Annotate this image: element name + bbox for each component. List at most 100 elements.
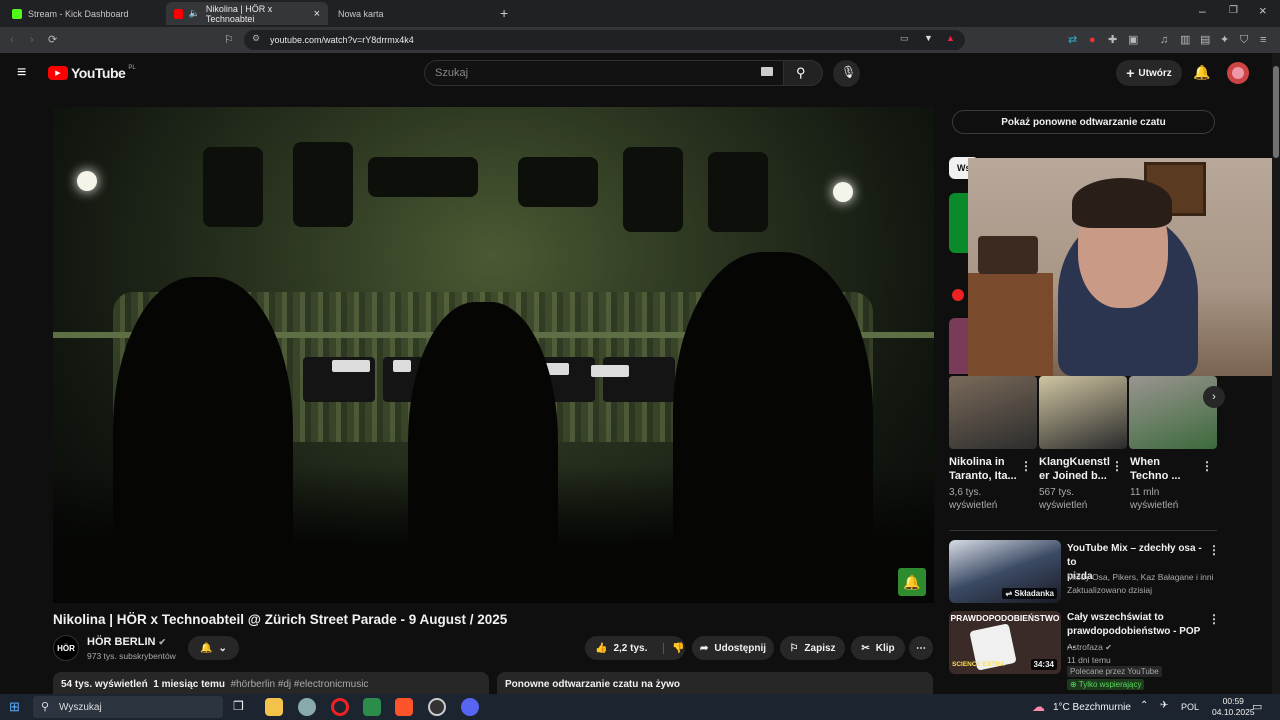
- promo-badge: Polecane przez YouTube: [1067, 666, 1162, 677]
- reload-icon[interactable]: ⟳: [48, 33, 57, 47]
- shorts-next-arrow-icon[interactable]: ›: [1203, 386, 1225, 408]
- channel-name[interactable]: HÖR BERLIN ✔: [87, 636, 166, 648]
- short-thumbnail[interactable]: [949, 376, 1037, 449]
- subscribe-bell-button[interactable]: 🔔 ⌄: [188, 636, 239, 660]
- opera-icon[interactable]: [331, 698, 349, 716]
- cast-icon[interactable]: ▭: [900, 33, 909, 44]
- address-bar[interactable]: ⚙ youtube.com/watch?v=rY8drrmx4k4 ▭ ▼ ▲: [244, 30, 965, 50]
- speaker-icon: 🔈: [188, 8, 200, 18]
- create-button[interactable]: + Utwórz: [1116, 60, 1182, 86]
- new-tab-icon[interactable]: +: [500, 5, 508, 21]
- channel-avatar[interactable]: HÖR: [53, 635, 79, 661]
- file-explorer-icon[interactable]: [265, 698, 283, 716]
- back-icon[interactable]: ‹: [10, 33, 14, 47]
- obs-icon[interactable]: [428, 698, 446, 716]
- brave-icon[interactable]: [395, 698, 413, 716]
- overlay-bell-icon: 🔔: [898, 568, 926, 596]
- bookmark-icon[interactable]: ⚐: [224, 33, 234, 47]
- minimize-icon[interactable]: –: [1199, 4, 1206, 18]
- discord-icon[interactable]: [461, 698, 479, 716]
- video-title: Nikolina | HÖR x Technoabteil @ Zürich S…: [53, 612, 508, 627]
- rec-menu-icon[interactable]: ⋮: [1208, 612, 1220, 626]
- scrollbar-thumb[interactable]: [1273, 66, 1279, 158]
- short-title[interactable]: Nikolina in Taranto, Ita...: [949, 455, 1017, 483]
- show-chat-replay-button[interactable]: Pokaż ponowne odtwarzanie czatu: [952, 110, 1215, 134]
- rewards-icon[interactable]: ▲: [946, 33, 955, 43]
- short-menu-icon[interactable]: ⋮: [1111, 459, 1123, 473]
- more-actions-button[interactable]: ⋯: [909, 636, 933, 660]
- hamburger-menu-icon[interactable]: ≡: [17, 64, 26, 82]
- notification-center-icon[interactable]: ▭: [1252, 700, 1262, 713]
- rec-thumbnail[interactable]: PRAWDOPODOBIEŃSTWO SCIENCE EXTRA 34:34: [949, 611, 1061, 674]
- search-placeholder: Szukaj: [435, 67, 469, 79]
- keyboard-icon[interactable]: [761, 67, 773, 76]
- sidebar-icon[interactable]: ▥: [1180, 33, 1190, 47]
- media-icon[interactable]: ♫: [1160, 33, 1168, 47]
- brave-shield-icon[interactable]: ▼: [924, 33, 933, 43]
- menu-icon[interactable]: ≡: [1260, 33, 1266, 47]
- tab-label: Nikolina | HÖR x Technoabtei: [205, 3, 273, 24]
- person-hair: [1072, 178, 1172, 228]
- forward-icon[interactable]: ›: [30, 33, 34, 47]
- dislike-icon[interactable]: 👎: [663, 642, 685, 654]
- video-player[interactable]: 🔔: [53, 107, 934, 603]
- windows-start-icon[interactable]: ⊞: [9, 699, 20, 715]
- short-thumbnail[interactable]: [1039, 376, 1127, 449]
- restore-icon[interactable]: ❐: [1229, 5, 1238, 16]
- hashtags[interactable]: #hörberlin #dj #electronicmusic: [231, 679, 369, 690]
- tab-youtube[interactable]: 🔈 Nikolina | HÖR x Technoabtei ×: [166, 2, 328, 25]
- like-icon[interactable]: 👍: [595, 643, 607, 654]
- partial-thumbnail[interactable]: [949, 318, 969, 374]
- cdj-screen: [332, 360, 370, 372]
- short-title[interactable]: KlangKuenstl er Joined b...: [1039, 455, 1110, 483]
- save-button[interactable]: ⚐ Zapisz: [780, 636, 845, 660]
- clock[interactable]: 00:59 04.10.2025: [1212, 696, 1255, 718]
- short-thumbnail[interactable]: [1129, 376, 1217, 449]
- site-info-icon[interactable]: ⚙: [252, 33, 260, 44]
- short-views: 567 tys. wyświetleń: [1039, 487, 1088, 511]
- voice-search-button[interactable]: 🎙: [833, 60, 860, 87]
- search-input[interactable]: Szukaj: [424, 60, 786, 86]
- subscriber-count: 973 tys. subskrybentów: [87, 651, 176, 661]
- short-views: 3,6 tys. wyświetleń: [949, 487, 998, 511]
- close-window-icon[interactable]: ×: [1259, 3, 1267, 18]
- short-menu-icon[interactable]: ⋮: [1020, 459, 1032, 473]
- app-icon[interactable]: [363, 698, 381, 716]
- search-button[interactable]: ⚲: [783, 60, 823, 86]
- tab-kick-dashboard[interactable]: Stream - Kick Dashboard: [4, 2, 164, 25]
- screenshot-icon[interactable]: ▣: [1128, 33, 1138, 47]
- extensions-icon[interactable]: ✚: [1108, 33, 1117, 47]
- rec-menu-icon[interactable]: ⋮: [1208, 543, 1220, 557]
- notifications-bell-icon[interactable]: 🔔: [1193, 64, 1210, 81]
- rec-thumbnail[interactable]: ⇌ Składanka: [949, 540, 1061, 603]
- youtube-logo[interactable]: ▶ YouTube PL: [48, 65, 136, 81]
- tray-chevron-icon[interactable]: ⌃: [1140, 700, 1148, 711]
- dj-deck: [603, 357, 675, 402]
- short-title[interactable]: When Techno ...: [1130, 455, 1181, 483]
- rec-channel[interactable]: Astrofaza ✔: [1067, 641, 1112, 654]
- tab-label: Stream - Kick Dashboard: [28, 8, 129, 19]
- taskbar: ⊞ ⚲ Wyszukaj ❒ ☁ 1°C Bezchmurnie ⌃ ✈ POL…: [0, 694, 1280, 720]
- extension-record-icon[interactable]: ●: [1089, 33, 1096, 47]
- partial-thumbnail[interactable]: [949, 193, 969, 253]
- vpn-icon[interactable]: ⛉: [1240, 33, 1248, 47]
- speaker-stack: [518, 157, 598, 207]
- clip-button[interactable]: ✂ Klip: [851, 636, 905, 660]
- task-view-icon[interactable]: ❒: [233, 699, 244, 713]
- short-menu-icon[interactable]: ⋮: [1201, 459, 1213, 473]
- language-indicator[interactable]: POL: [1181, 702, 1199, 712]
- extension-translate-icon[interactable]: ⇄: [1068, 33, 1077, 47]
- wallet-icon[interactable]: ▤: [1200, 33, 1210, 47]
- network-icon[interactable]: ✈: [1160, 700, 1168, 711]
- app-icon[interactable]: [298, 698, 316, 716]
- avatar[interactable]: [1227, 62, 1249, 84]
- leo-ai-icon[interactable]: ✦: [1220, 33, 1229, 47]
- weather-text[interactable]: 1°C Bezchmurnie: [1053, 702, 1131, 713]
- save-label: Zapisz: [804, 642, 836, 654]
- tab-close-icon[interactable]: ×: [314, 8, 320, 20]
- taskbar-search[interactable]: ⚲ Wyszukaj: [33, 696, 223, 718]
- clock-time: 00:59: [1222, 696, 1244, 706]
- share-button[interactable]: ➦ Udostępnij: [692, 636, 774, 660]
- like-count[interactable]: 2,2 tys.: [613, 643, 647, 654]
- tab-new[interactable]: Nowa karta: [330, 2, 490, 25]
